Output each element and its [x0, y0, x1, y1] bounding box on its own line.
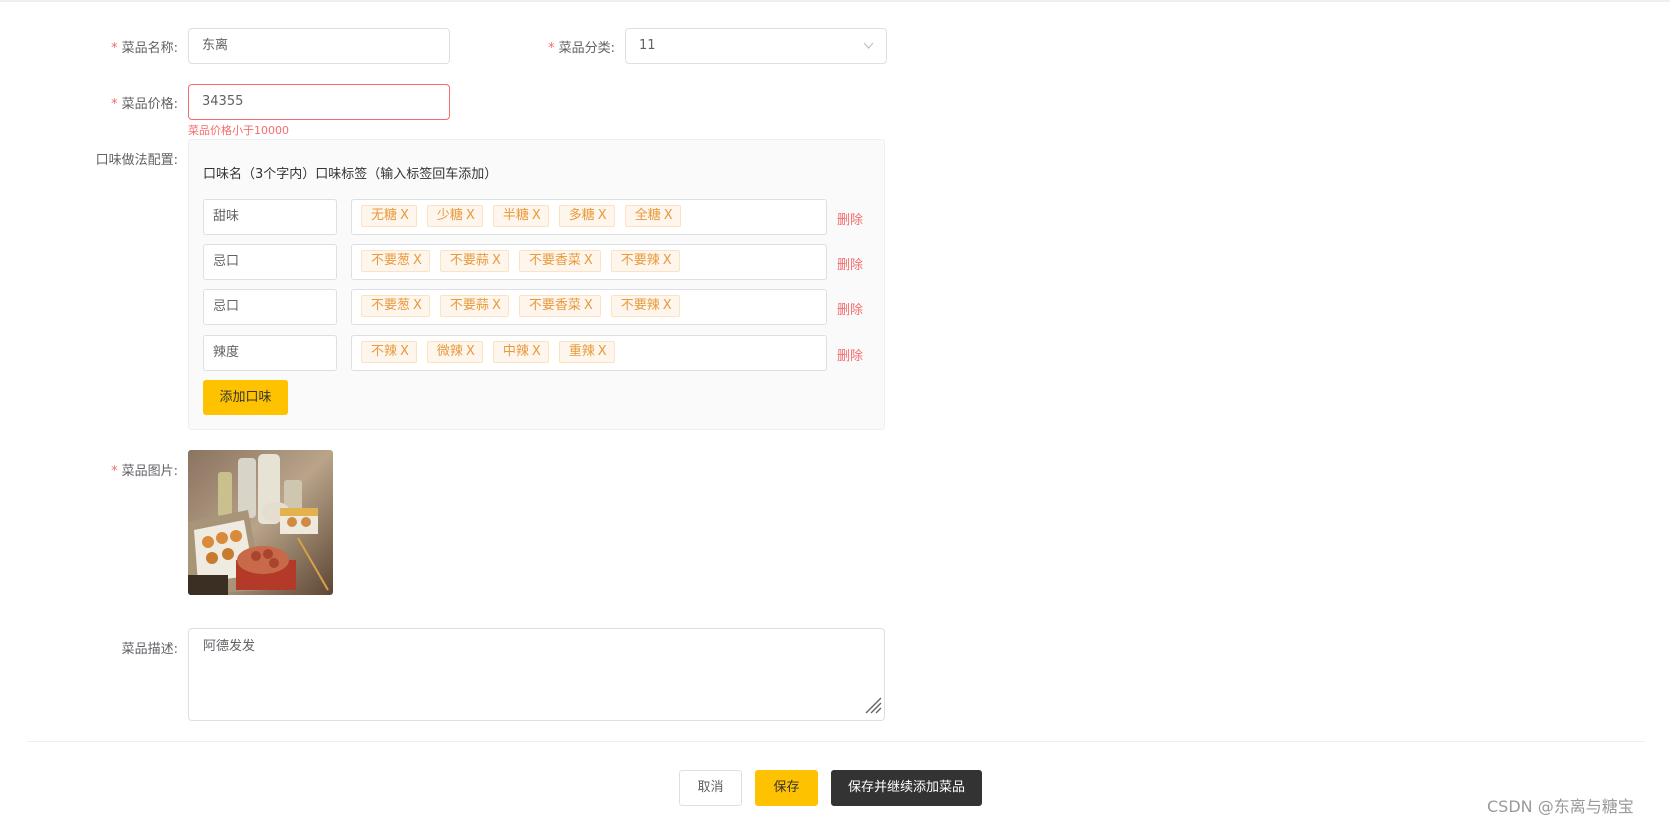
dish-description-label: 菜品描述:	[121, 642, 178, 657]
tag-remove-icon[interactable]: X	[466, 344, 475, 359]
flavor-name-input[interactable]: 忌口	[203, 289, 337, 325]
top-border	[0, 0, 1670, 2]
dish-photo	[188, 450, 333, 595]
flavor-tag: 不要辣 X	[610, 250, 680, 272]
flavor-tags-input[interactable]: 不辣 X 微辣 X 中辣 X 重辣 X	[351, 335, 827, 371]
required-asterisk: *	[111, 41, 118, 56]
tag-remove-icon[interactable]: X	[663, 298, 672, 313]
flavor-tag: 不要香菜 X	[518, 250, 601, 272]
tag-remove-icon[interactable]: X	[664, 208, 673, 223]
chevron-down-icon	[863, 29, 874, 77]
dish-price-label: * 菜品价格:	[111, 97, 178, 112]
flavor-name-input[interactable]: 辣度	[203, 335, 337, 371]
tag-remove-icon[interactable]: X	[400, 208, 409, 223]
required-asterisk: *	[111, 97, 118, 112]
flavor-delete-link[interactable]: 删除	[837, 254, 863, 273]
tag-remove-icon[interactable]: X	[413, 253, 422, 268]
tag-remove-icon[interactable]: X	[532, 344, 541, 359]
dish-image-label: * 菜品图片:	[111, 464, 178, 479]
flavor-tag: 不要辣 X	[610, 295, 680, 317]
add-flavor-button[interactable]: 添加口味	[203, 380, 288, 415]
flavor-config-label: 口味做法配置:	[95, 153, 178, 168]
flavor-tags-input[interactable]: 不要葱 X 不要蒜 X 不要香菜 X 不要辣 X	[351, 289, 827, 325]
flavor-tag: 不要蒜 X	[439, 295, 509, 317]
dish-image-upload[interactable]	[188, 450, 333, 595]
tag-remove-icon[interactable]: X	[413, 298, 422, 313]
resize-grip-icon[interactable]	[862, 694, 882, 718]
cancel-button[interactable]: 取消	[679, 770, 742, 806]
flavor-tag: 全糖 X	[624, 205, 681, 227]
dish-name-input[interactable]: 东离	[188, 28, 450, 64]
footer-divider	[27, 741, 1645, 742]
flavor-tags-input[interactable]: 不要葱 X 不要蒜 X 不要香菜 X 不要辣 X	[351, 244, 827, 280]
flavor-tag: 重辣 X	[558, 341, 615, 363]
tag-remove-icon[interactable]: X	[663, 253, 672, 268]
tag-remove-icon[interactable]: X	[584, 253, 593, 268]
tag-remove-icon[interactable]: X	[492, 298, 501, 313]
tag-remove-icon[interactable]: X	[400, 344, 409, 359]
flavor-name-input[interactable]: 甜味	[203, 199, 337, 235]
tag-remove-icon[interactable]: X	[532, 208, 541, 223]
dish-name-label: * 菜品名称:	[111, 41, 178, 56]
flavor-tag: 中辣 X	[492, 341, 549, 363]
required-asterisk: *	[111, 464, 118, 479]
flavor-config-header: 口味名（3个字内）口味标签（输入标签回车添加）	[203, 167, 498, 182]
flavor-tag: 少糖 X	[426, 205, 483, 227]
dish-description-textarea[interactable]: 阿德发发	[188, 628, 885, 721]
price-error-message: 菜品价格小于10000	[188, 124, 289, 137]
dish-category-select[interactable]: 11	[625, 28, 887, 64]
tag-remove-icon[interactable]: X	[598, 208, 607, 223]
flavor-tags-input[interactable]: 无糖 X 少糖 X 半糖 X 多糖 X 全糖 X	[351, 199, 827, 235]
save-button[interactable]: 保存	[755, 770, 818, 806]
flavor-tag: 不要蒜 X	[439, 250, 509, 272]
watermark: CSDN @东离与糖宝	[1487, 797, 1634, 816]
tag-remove-icon[interactable]: X	[466, 208, 475, 223]
tag-remove-icon[interactable]: X	[598, 344, 607, 359]
flavor-delete-link[interactable]: 删除	[837, 345, 863, 364]
required-asterisk: *	[548, 41, 555, 56]
save-and-continue-button[interactable]: 保存并继续添加菜品	[831, 770, 982, 806]
flavor-tag: 不要葱 X	[361, 250, 430, 272]
flavor-config-panel: 口味名（3个字内）口味标签（输入标签回车添加） 甜味 无糖 X 少糖 X 半糖 X 多糖 X 全…	[188, 139, 885, 430]
flavor-delete-link[interactable]: 删除	[837, 299, 863, 318]
dish-description-value: 阿德发发	[203, 639, 256, 654]
flavor-tag: 微辣 X	[426, 341, 483, 363]
flavor-tag: 多糖 X	[558, 205, 615, 227]
flavor-tag: 半糖 X	[492, 205, 549, 227]
flavor-name-input[interactable]: 忌口	[203, 244, 337, 280]
tag-remove-icon[interactable]: X	[492, 253, 501, 268]
flavor-tag: 不辣 X	[361, 341, 417, 363]
flavor-tag: 不要香菜 X	[518, 295, 601, 317]
tag-remove-icon[interactable]: X	[584, 298, 593, 313]
dish-price-input[interactable]: 34355	[188, 84, 450, 120]
flavor-tag: 无糖 X	[361, 205, 417, 227]
dish-category-label: * 菜品分类:	[548, 41, 615, 56]
dish-category-value: 11	[639, 38, 656, 53]
flavor-delete-link[interactable]: 删除	[837, 209, 863, 228]
flavor-tag: 不要葱 X	[361, 295, 430, 317]
